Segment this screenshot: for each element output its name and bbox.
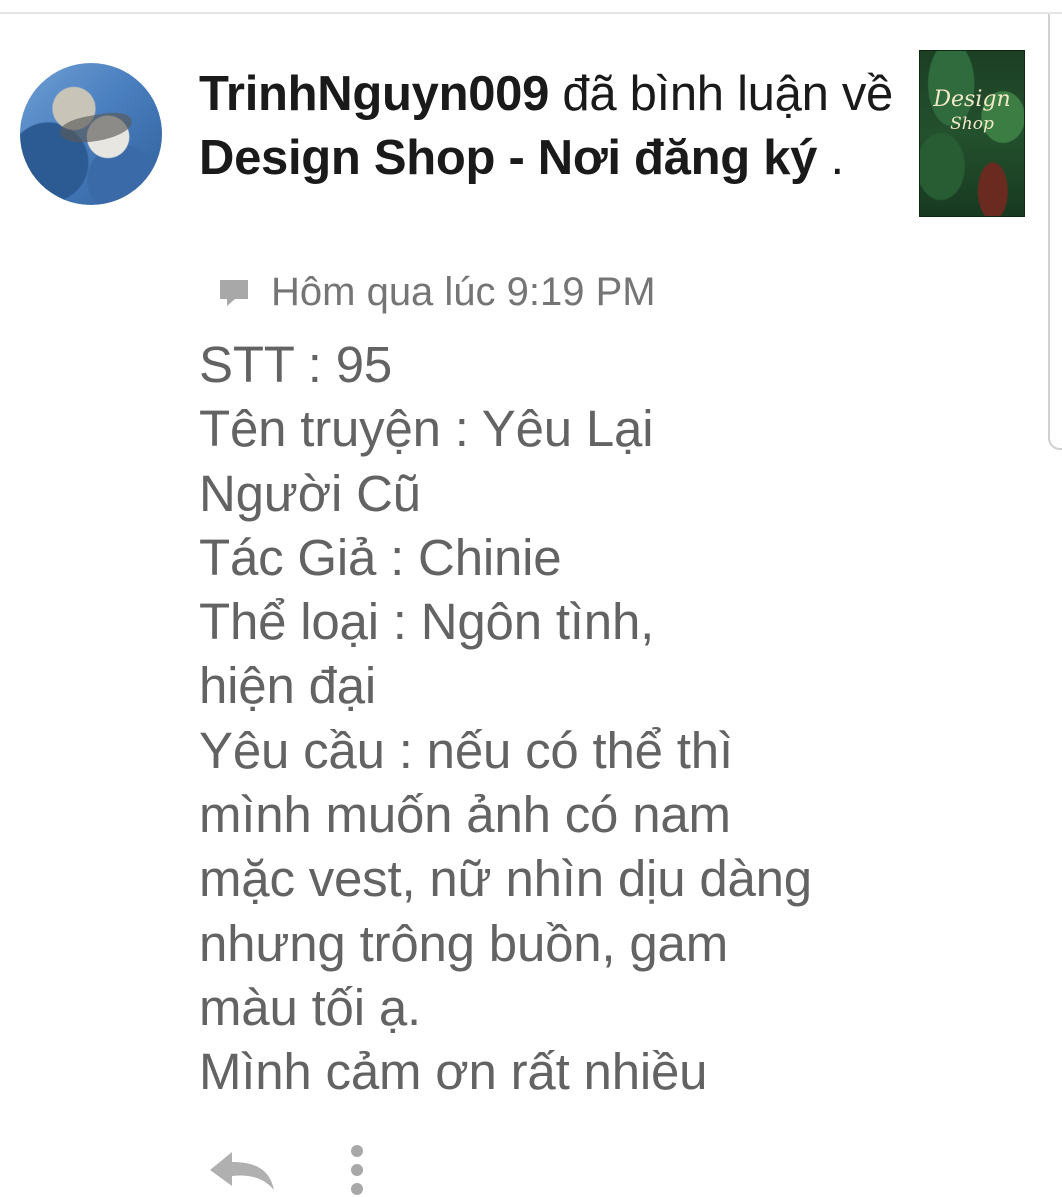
more-vertical-icon[interactable] xyxy=(346,1143,368,1197)
thumbnail-text-line-1: Design xyxy=(933,87,1011,112)
top-divider xyxy=(0,12,1062,14)
user-avatar[interactable] xyxy=(20,63,162,205)
thumbnail-text-line-2: Shop xyxy=(950,114,994,134)
comment-body: STT : 95 Tên truyện : Yêu Lại Người Cũ T… xyxy=(199,333,899,1105)
comment-line: màu tối ạ. xyxy=(199,978,421,1036)
headline-suffix: . xyxy=(817,131,844,185)
post-thumbnail[interactable]: Design Shop xyxy=(919,50,1025,217)
comment-line: Mình cảm ơn rất nhiều xyxy=(199,1043,708,1101)
reply-icon[interactable] xyxy=(208,1148,278,1192)
comment-line: nhưng trông buồn, gam xyxy=(199,914,728,972)
timestamp: Hôm qua lúc 9:19 PM xyxy=(271,269,656,314)
comment-line: STT : 95 xyxy=(199,336,393,393)
author-name[interactable]: TrinhNguyn009 xyxy=(199,67,549,121)
comment-icon xyxy=(220,280,248,306)
comment-line: hiện đại xyxy=(199,657,377,715)
scrollbar-track[interactable] xyxy=(1048,14,1062,450)
comment-line: Tác Giả : Chinie xyxy=(199,528,562,586)
comment-line: Người Cũ xyxy=(199,464,421,522)
comment-line: mặc vest, nữ nhìn dịu dàng xyxy=(199,850,812,908)
notification-headline[interactable]: TrinhNguyn009 đã bình luận về Design Sho… xyxy=(199,62,899,190)
notification-meta: Hôm qua lúc 9:19 PM xyxy=(218,268,656,316)
target-post-title[interactable]: Design Shop - Nơi đăng ký xyxy=(199,131,817,185)
comment-line: Tên truyện : Yêu Lại xyxy=(199,400,654,458)
comment-line: Thể loại : Ngôn tình, xyxy=(199,593,655,651)
thumbnail-logo-text: Design Shop xyxy=(920,89,1024,135)
comment-line: Yêu cầu : nếu có thể thì xyxy=(199,721,733,779)
comment-line: mình muốn ảnh có nam xyxy=(199,786,731,844)
action-text: đã bình luận về xyxy=(549,67,893,121)
